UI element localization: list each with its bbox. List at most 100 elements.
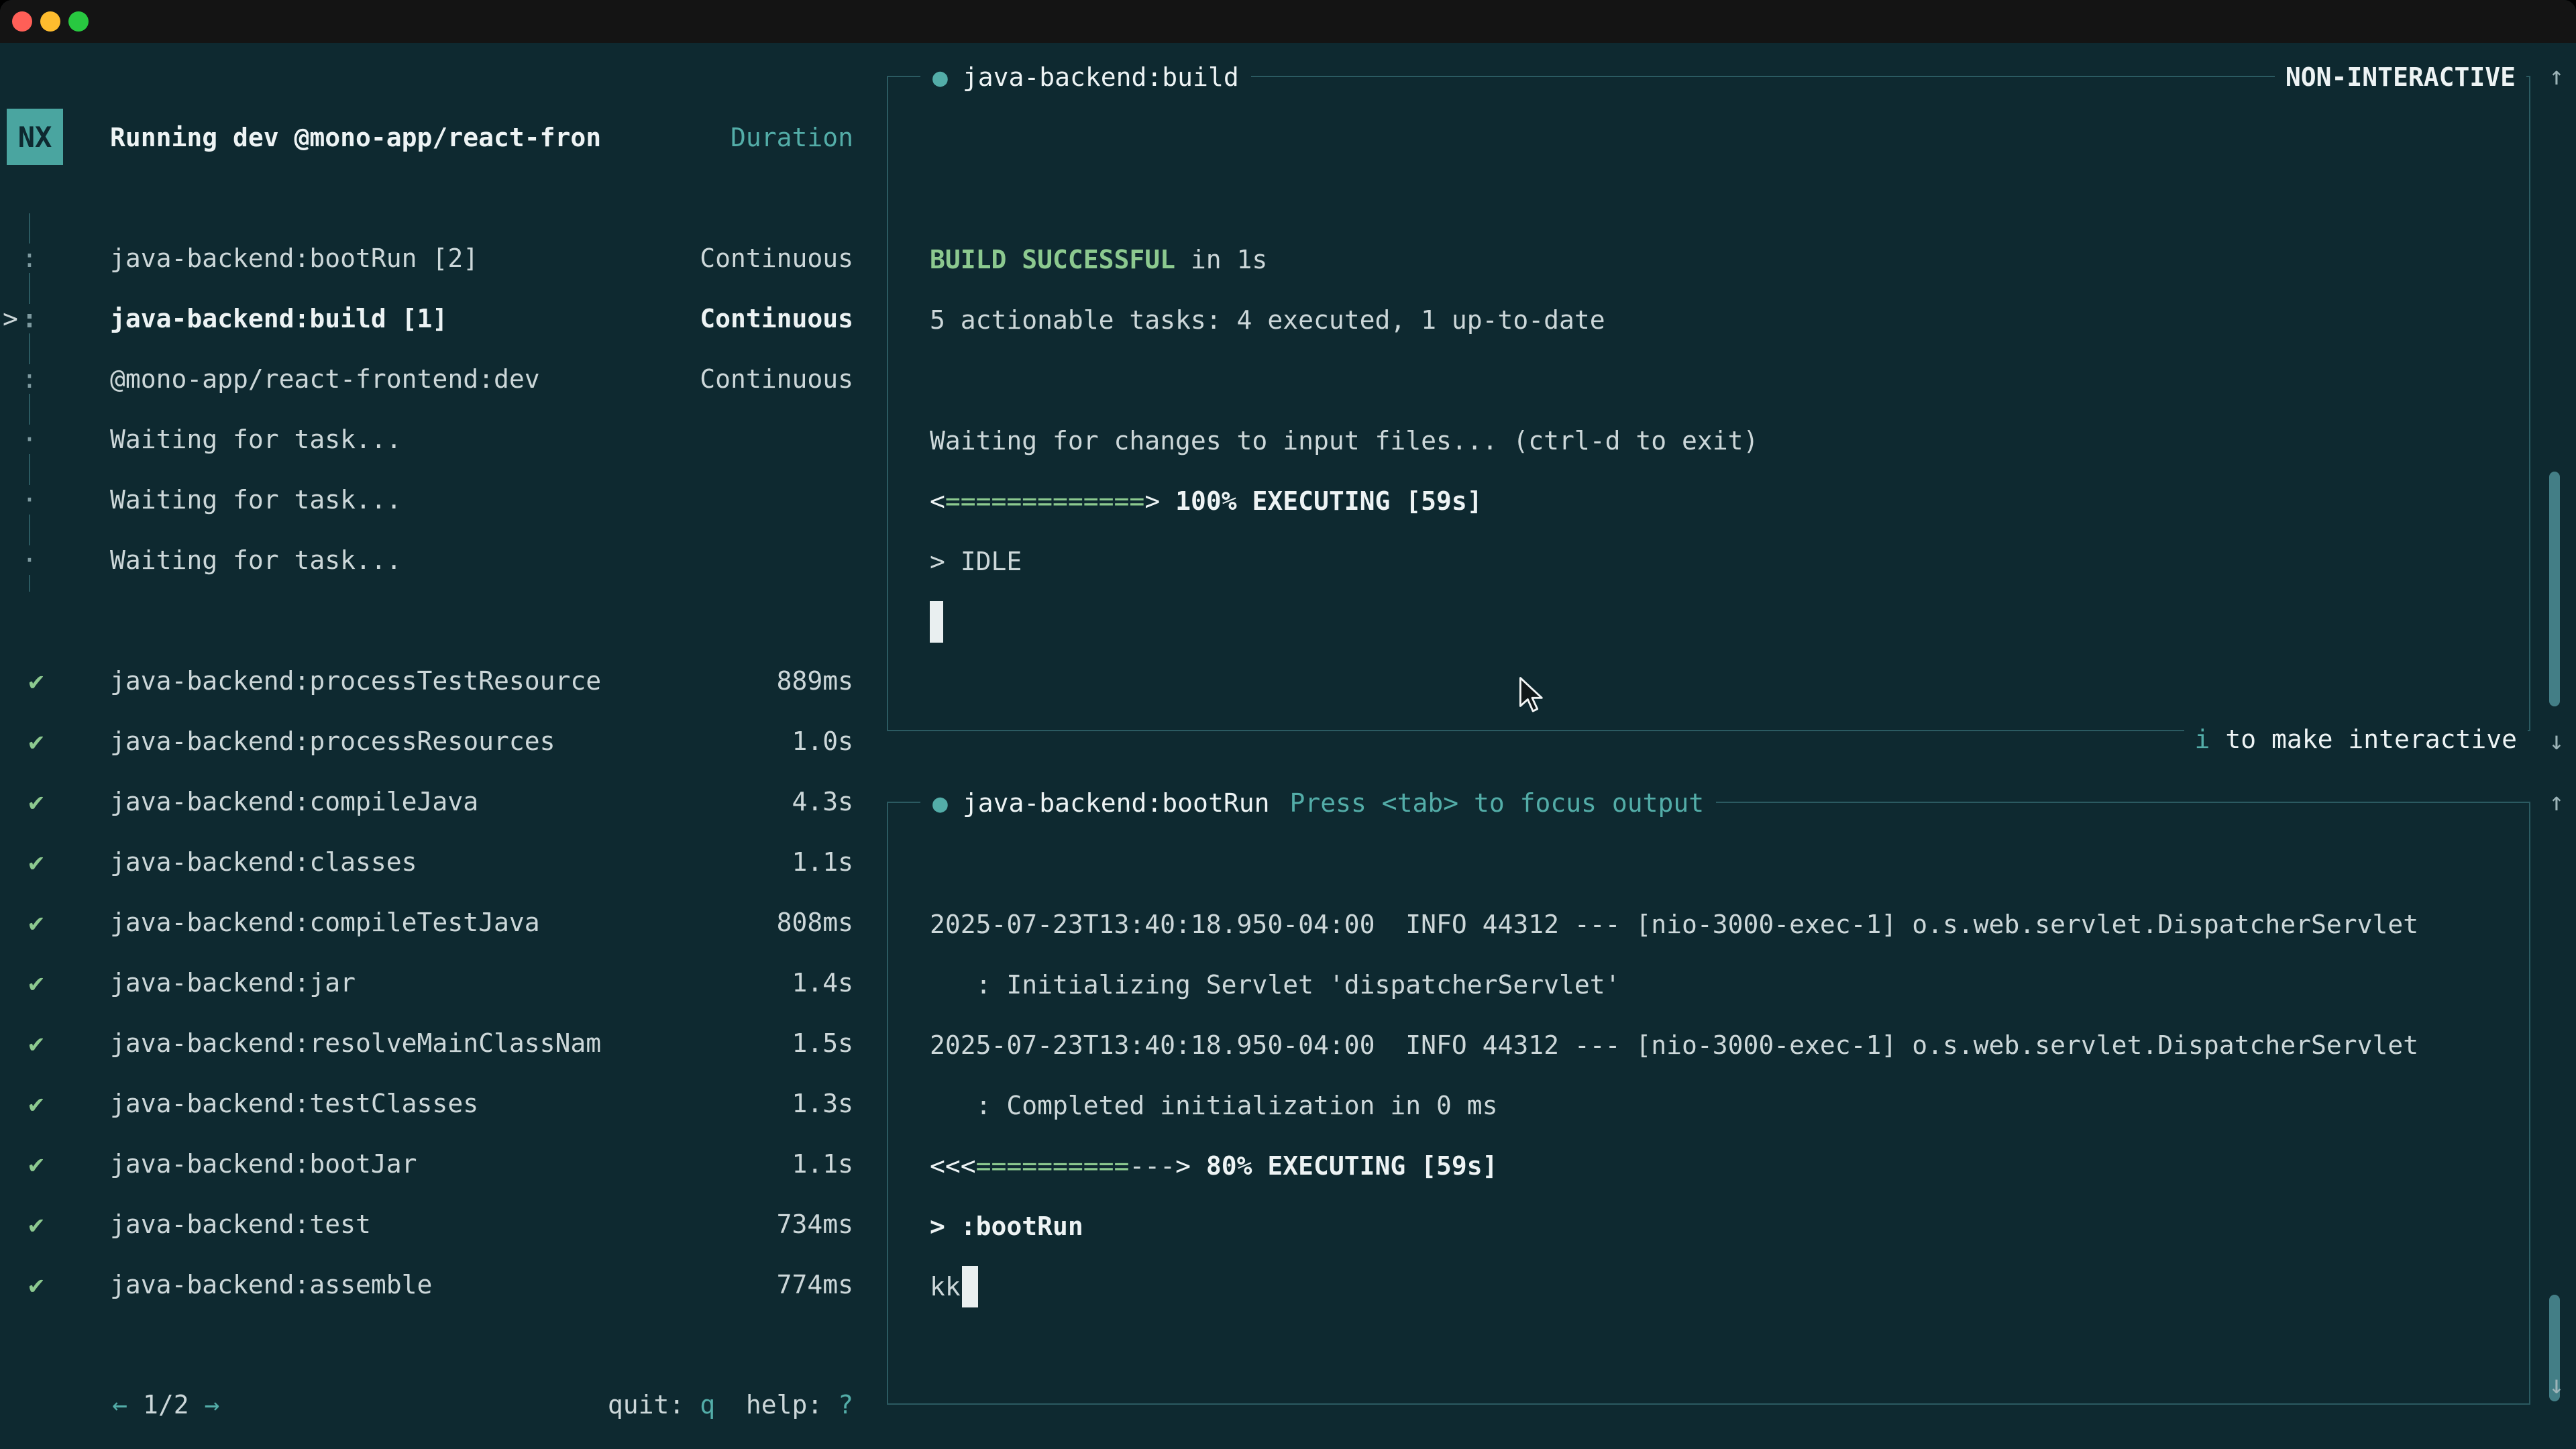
completed-task-list: ✔ java-backend:processTestResource 889ms… — [0, 651, 872, 1315]
task-label: java-backend:resolveMainClassNam — [110, 1028, 792, 1058]
check-icon: ✔ — [25, 1149, 47, 1179]
log-line: 2025-07-23T13:40:18.950-04:00 INFO 44312… — [930, 894, 2516, 955]
check-icon: ✔ — [25, 908, 47, 937]
completed-task-row[interactable]: ✔ java-backend:jar 1.4s — [0, 953, 872, 1013]
completed-task-row[interactable]: ✔ java-backend:resolveMainClassNam 1.5s — [0, 1013, 872, 1073]
bootrun-scroll-down-arrow[interactable]: ↓ — [2537, 1354, 2576, 1415]
log-line: : Initializing Servlet 'dispatcherServle… — [930, 955, 2516, 1015]
build-scroll-up-arrow[interactable]: ↑ — [2537, 46, 2576, 106]
build-status-line: BUILD SUCCESSFUL in 1s — [930, 229, 2516, 290]
terminal-cursor — [930, 601, 943, 643]
waiting-dot-icon: · — [20, 425, 39, 454]
task-label: Waiting for task... — [110, 485, 853, 515]
task-label: java-backend:test — [110, 1210, 777, 1239]
task-duration: 1.0s — [792, 727, 853, 756]
prev-page-arrow[interactable]: ← — [112, 1390, 127, 1419]
check-icon: ✔ — [25, 968, 47, 998]
build-scrollbar-thumb[interactable] — [2549, 472, 2560, 706]
completed-task-row[interactable]: ✔ java-backend:assemble 774ms — [0, 1254, 872, 1315]
task-label: java-backend:classes — [110, 847, 792, 877]
check-icon: ✔ — [25, 1210, 47, 1239]
selection-arrow-icon: > — [3, 304, 18, 333]
task-duration: 889ms — [777, 666, 853, 696]
build-output-pane[interactable]: ●java-backend:build NON-INTERACTIVE BUIL… — [887, 76, 2530, 731]
task-row-waiting: · Waiting for task... — [0, 530, 872, 590]
task-label: java-backend:assemble — [110, 1270, 777, 1299]
check-icon: ✔ — [25, 666, 47, 696]
completed-task-row[interactable]: ✔ java-backend:processTestResource 889ms — [0, 651, 872, 711]
task-duration: 1.1s — [792, 1149, 853, 1179]
check-icon: ✔ — [25, 787, 47, 816]
window-titlebar — [0, 0, 2576, 43]
nx-logo: NX — [7, 109, 63, 165]
completed-task-row[interactable]: ✔ java-backend:compileJava 4.3s — [0, 771, 872, 832]
check-icon: ✔ — [25, 1089, 47, 1118]
task-label: java-backend:build [1] — [110, 304, 700, 333]
task-label: java-backend:compileJava — [110, 787, 792, 816]
task-duration: 734ms — [777, 1210, 853, 1239]
task-spinner-icon: : — [20, 304, 39, 333]
log-line: 2025-07-23T13:40:18.950-04:00 INFO 44312… — [930, 1015, 2516, 1075]
task-label: java-backend:bootRun [2] — [110, 244, 700, 273]
bootrun-task-line: > :bootRun — [930, 1196, 2516, 1256]
task-status: Continuous — [700, 304, 853, 333]
task-duration: 774ms — [777, 1270, 853, 1299]
completed-task-row[interactable]: ✔ java-backend:classes 1.1s — [0, 832, 872, 892]
make-interactive-hint: i to make interactive — [2184, 709, 2528, 769]
completed-task-row[interactable]: ✔ java-backend:compileTestJava 808ms — [0, 892, 872, 953]
help-key: ? — [838, 1390, 853, 1419]
keyboard-hints: quit: q help: ? — [516, 1360, 853, 1449]
waiting-dot-icon: · — [20, 545, 39, 575]
interactive-key: i — [2195, 724, 2210, 754]
next-page-arrow[interactable]: → — [205, 1390, 220, 1419]
build-progress-line: <=============> 100% EXECUTING [59s] — [930, 471, 2516, 531]
task-duration: 1.4s — [792, 968, 853, 998]
build-scroll-down-arrow[interactable]: ↓ — [2537, 710, 2576, 771]
check-icon: ✔ — [25, 1270, 47, 1299]
completed-task-row[interactable]: ✔ java-backend:processResources 1.0s — [0, 711, 872, 771]
bootrun-output-pane[interactable]: ●java-backend:bootRunPress <tab> to focu… — [887, 802, 2530, 1405]
task-label: java-backend:processResources — [110, 727, 792, 756]
bootrun-scroll-up-arrow[interactable]: ↑ — [2537, 771, 2576, 832]
minimize-button[interactable] — [40, 11, 60, 32]
task-label: Waiting for task... — [110, 545, 853, 575]
task-duration: 1.3s — [792, 1089, 853, 1118]
bootrun-progress-line: <<<==========---> 80% EXECUTING [59s] — [930, 1136, 2516, 1196]
task-label: java-backend:bootJar — [110, 1149, 792, 1179]
task-label: @mono-app/react-frontend:dev — [110, 364, 700, 394]
build-tasks-line: 5 actionable tasks: 4 executed, 1 up-to-… — [930, 290, 2516, 350]
check-icon: ✔ — [25, 847, 47, 877]
task-spinner-icon: : — [20, 244, 39, 273]
completed-task-row[interactable]: ✔ java-backend:bootJar 1.1s — [0, 1134, 872, 1194]
bootrun-terminal-output: 2025-07-23T13:40:18.950-04:00 INFO 44312… — [930, 803, 2516, 1317]
task-status: Continuous — [700, 364, 853, 394]
terminal-window: NX Running dev @mono-app/react-fron Dura… — [0, 0, 2576, 1449]
task-duration: 4.3s — [792, 787, 853, 816]
page-indicator: 1/2 — [127, 1390, 204, 1419]
blank-line — [930, 350, 2516, 411]
duration-column-header: Duration — [731, 123, 853, 152]
sidebar-header: Running dev @mono-app/react-fron Duratio… — [110, 107, 853, 168]
completed-task-row[interactable]: ✔ java-backend:test 734ms — [0, 1194, 872, 1254]
run-command-title: Running dev @mono-app/react-fron — [110, 123, 601, 152]
task-duration: 1.5s — [792, 1028, 853, 1058]
task-label: java-backend:testClasses — [110, 1089, 792, 1118]
build-idle-line: > IDLE — [930, 531, 2516, 592]
task-duration: 808ms — [777, 908, 853, 937]
zoom-button[interactable] — [68, 11, 89, 32]
build-cursor-line — [930, 592, 2516, 652]
task-row-build-selected[interactable]: > : java-backend:build [1] Continuous — [0, 288, 872, 349]
help-hint-label: help: — [715, 1390, 838, 1419]
completed-task-row[interactable]: ✔ java-backend:testClasses 1.3s — [0, 1073, 872, 1134]
task-row-waiting: · Waiting for task... — [0, 409, 872, 470]
check-icon: ✔ — [25, 727, 47, 756]
close-button[interactable] — [12, 11, 32, 32]
quit-hint-label: quit: — [608, 1390, 700, 1419]
task-row-bootrun[interactable]: : java-backend:bootRun [2] Continuous — [0, 228, 872, 288]
task-label: java-backend:processTestResource — [110, 666, 777, 696]
waiting-dot-icon: · — [20, 485, 39, 515]
bootrun-input-line: kk — [930, 1256, 2516, 1317]
pagination: ← 1/2 → — [20, 1360, 219, 1449]
task-row-frontend-dev[interactable]: : @mono-app/react-frontend:dev Continuou… — [0, 349, 872, 409]
task-status: Continuous — [700, 244, 853, 273]
